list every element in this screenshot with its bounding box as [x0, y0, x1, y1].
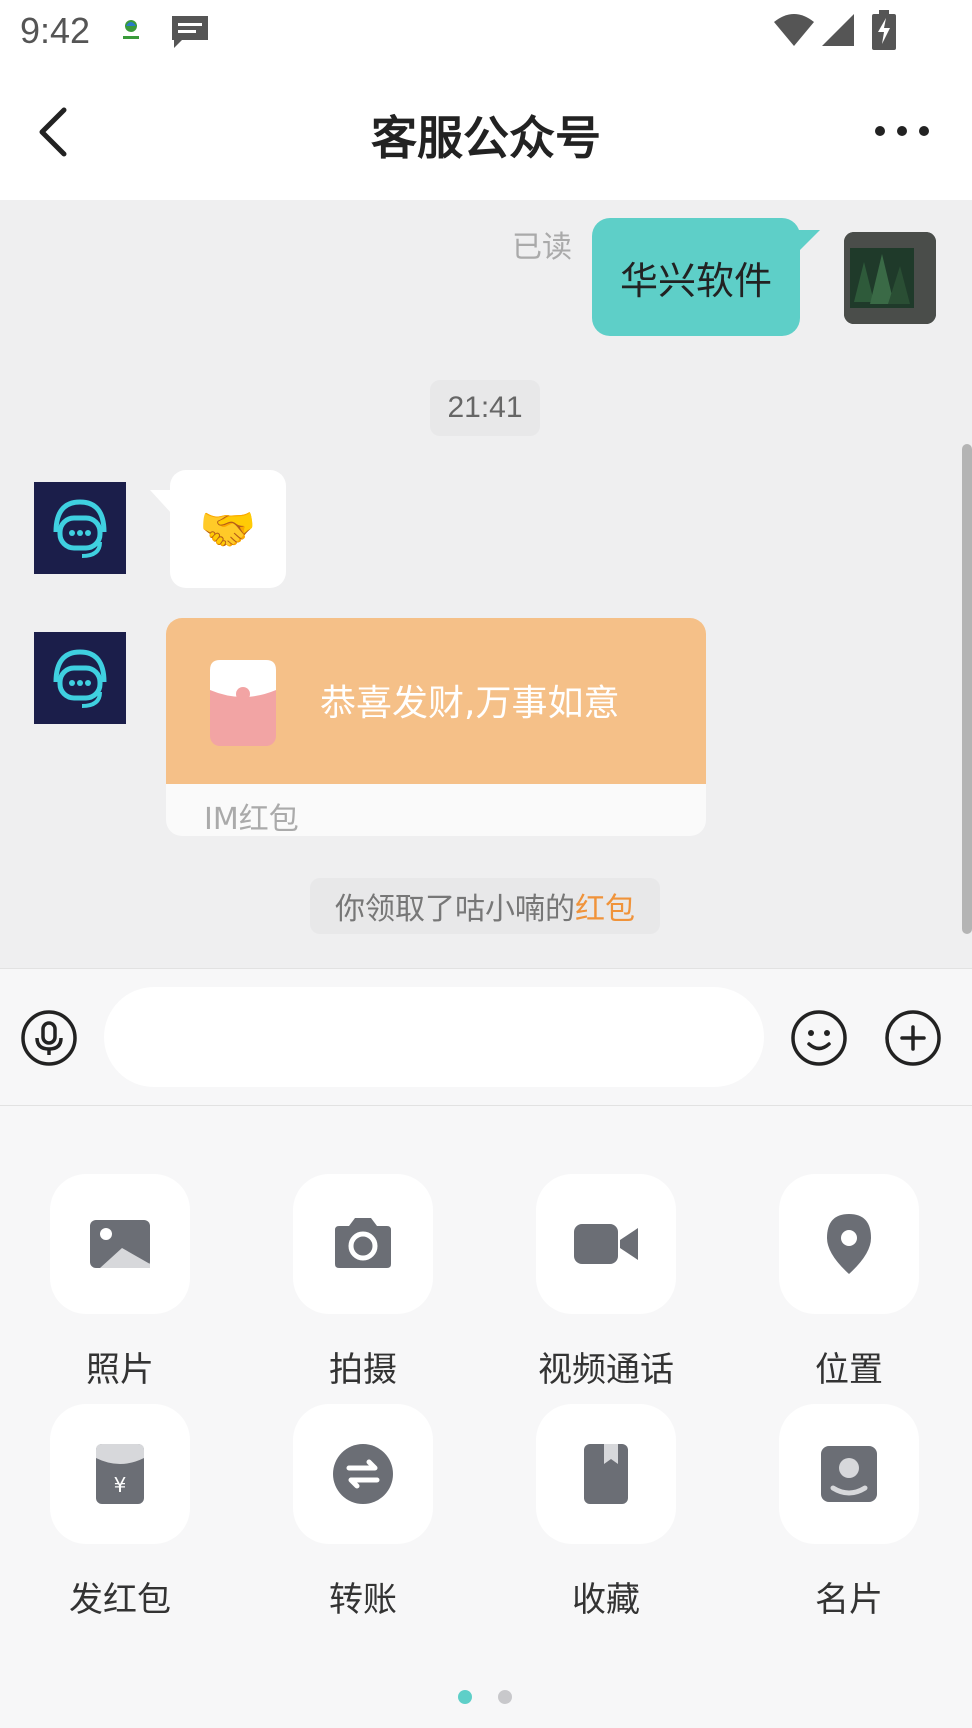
voice-button[interactable]	[20, 1009, 78, 1067]
bookmark-icon	[584, 1444, 628, 1504]
tool-transfer[interactable]: 转账	[293, 1404, 433, 1621]
bubble-tail	[796, 230, 820, 254]
microphone-icon	[21, 1010, 77, 1066]
red-packet-card: 恭喜发财,万事如意	[166, 618, 706, 784]
battery-charging-icon	[870, 10, 898, 50]
tool-location-label: 位置	[815, 1350, 883, 1390]
tool-contact-card[interactable]: 名片	[779, 1404, 919, 1621]
status-bar: 9:42	[0, 0, 972, 66]
tool-video-call-label: 视频通话	[538, 1350, 674, 1390]
red-packet-icon: ¥	[96, 1444, 144, 1504]
contact-card-icon	[821, 1446, 877, 1502]
incoming-emoji-bubble[interactable]: 🤝	[170, 470, 286, 588]
bubble-tail	[150, 490, 172, 514]
chat-message-list[interactable]: 已读 华兴软件 21:41 🤝 恭喜发财,万事如意 IM红包 你领取了咕小喃的 …	[0, 200, 972, 968]
tool-photo-label: 照片	[86, 1350, 154, 1390]
tool-red-packet-button[interactable]: ¥	[50, 1404, 190, 1544]
more-actions-panel: 照片 拍摄 视频通话 位置 ¥ 发红包 转账 收藏 名片	[0, 1106, 972, 1728]
tool-photo-button[interactable]	[50, 1174, 190, 1314]
outgoing-message-bubble[interactable]: 华兴软件	[592, 218, 800, 336]
timestamp-chip: 21:41	[430, 380, 540, 436]
smiley-icon	[791, 1010, 847, 1066]
wifi-icon	[772, 12, 816, 48]
more-button[interactable]	[872, 116, 932, 146]
tool-location[interactable]: 位置	[779, 1174, 919, 1391]
avatar[interactable]	[34, 482, 126, 574]
svg-text:¥: ¥	[114, 1473, 127, 1497]
more-actions-button[interactable]	[884, 1009, 942, 1067]
tool-location-button[interactable]	[779, 1174, 919, 1314]
photo-icon	[90, 1220, 150, 1268]
tool-contact-card-label: 名片	[815, 1580, 883, 1620]
notice-text: 你领取了咕小喃的	[335, 892, 575, 927]
page-dot-active[interactable]	[458, 1690, 472, 1704]
tool-video-call-button[interactable]	[536, 1174, 676, 1314]
tool-favorites-label: 收藏	[572, 1580, 640, 1620]
red-packet-message[interactable]: 恭喜发财,万事如意 IM红包	[166, 618, 706, 836]
tool-transfer-label: 转账	[329, 1580, 397, 1620]
page-indicator[interactable]	[456, 1690, 516, 1706]
red-packet-greeting: 恭喜发财,万事如意	[320, 683, 620, 724]
tool-camera-label: 拍摄	[329, 1350, 397, 1390]
avatar[interactable]	[844, 232, 936, 324]
tool-favorites[interactable]: 收藏	[536, 1404, 676, 1621]
tool-transfer-button[interactable]	[293, 1404, 433, 1544]
transfer-icon	[333, 1444, 393, 1504]
plus-icon	[885, 1010, 941, 1066]
message-input[interactable]	[104, 987, 764, 1087]
video-call-icon	[574, 1224, 638, 1264]
signal-icon	[820, 12, 856, 48]
emoji-button[interactable]	[790, 1009, 848, 1067]
read-receipt: 已读	[512, 230, 572, 265]
red-packet-footer: IM红包	[204, 802, 299, 836]
page-dot[interactable]	[498, 1690, 512, 1704]
tool-red-packet-label: 发红包	[69, 1580, 171, 1620]
tool-camera[interactable]: 拍摄	[293, 1174, 433, 1391]
tool-contact-card-button[interactable]	[779, 1404, 919, 1544]
app-logo-icon	[120, 16, 142, 44]
status-time: 9:42	[20, 10, 91, 51]
red-envelope-icon	[210, 660, 276, 746]
forest-photo-avatar-icon	[844, 232, 936, 324]
camera-icon	[335, 1218, 391, 1268]
input-bar	[0, 968, 972, 1106]
scrollbar[interactable]	[962, 444, 972, 934]
tool-red-packet[interactable]: ¥ 发红包	[50, 1404, 190, 1621]
avatar[interactable]	[34, 632, 126, 724]
tool-video-call[interactable]: 视频通话	[536, 1174, 676, 1391]
title-bar: 客服公众号	[0, 66, 972, 200]
location-pin-icon	[827, 1214, 871, 1274]
page-title: 客服公众号	[371, 111, 601, 165]
customer-service-bot-icon	[34, 632, 126, 724]
notice-red-packet-link[interactable]: 红包	[575, 884, 635, 928]
tool-camera-button[interactable]	[293, 1174, 433, 1314]
message-icon	[170, 14, 210, 50]
customer-service-bot-icon	[34, 482, 126, 574]
tool-favorites-button[interactable]	[536, 1404, 676, 1544]
more-dots-icon	[875, 126, 929, 136]
system-notice: 你领取了咕小喃的 红包	[310, 878, 660, 934]
tool-photo[interactable]: 照片	[50, 1174, 190, 1391]
